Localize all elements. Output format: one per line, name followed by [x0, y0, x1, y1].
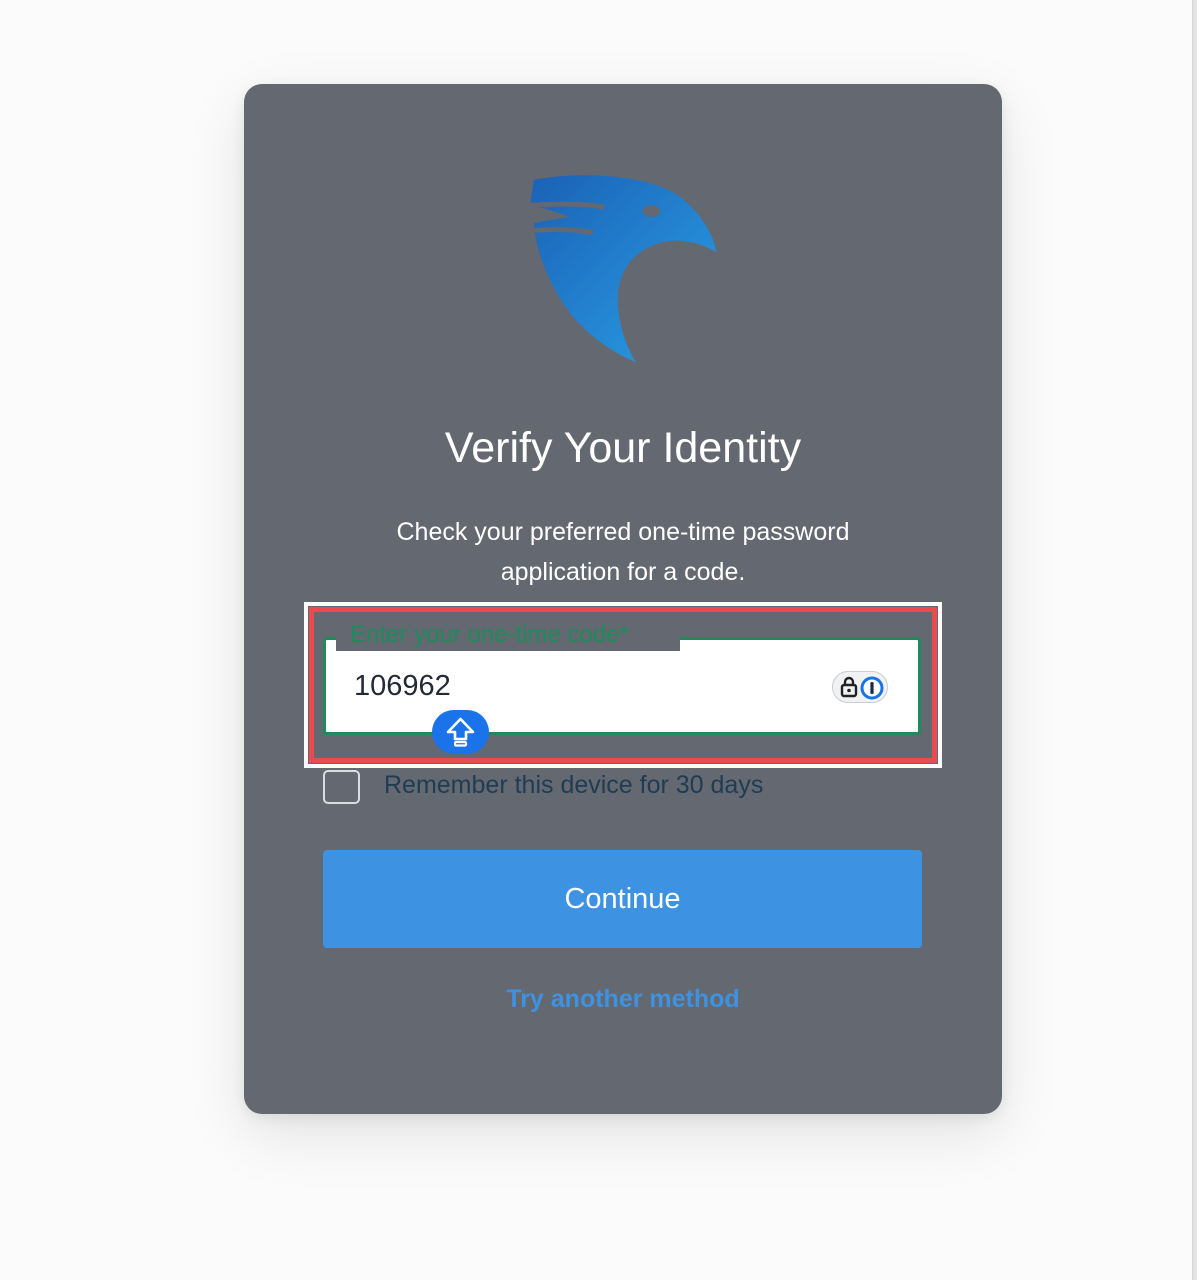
one-time-code-label: Enter your one-time code* [350, 621, 629, 648]
shift-arrow-icon [446, 717, 475, 747]
remember-device-checkbox[interactable] [323, 770, 360, 804]
window-edge [1192, 0, 1197, 1280]
page-title: Verify Your Identity [444, 424, 802, 472]
shift-key-indicator [432, 710, 489, 754]
page: Verify Your Identity Check your preferre… [0, 0, 1197, 1280]
instructions-text: Check your preferred one-time password a… [396, 518, 850, 586]
try-another-method-link[interactable]: Try another method [244, 982, 1002, 1016]
password-manager-lock-icon [840, 676, 884, 700]
verify-identity-card: Verify Your Identity Check your preferre… [244, 84, 1002, 1114]
password-manager-button[interactable] [832, 671, 888, 703]
continue-button[interactable]: Continue [323, 850, 922, 948]
remember-device-label[interactable]: Remember this device for 30 days [384, 768, 763, 802]
one-time-code-input[interactable] [354, 666, 794, 706]
eagle-logo-icon [527, 175, 717, 363]
